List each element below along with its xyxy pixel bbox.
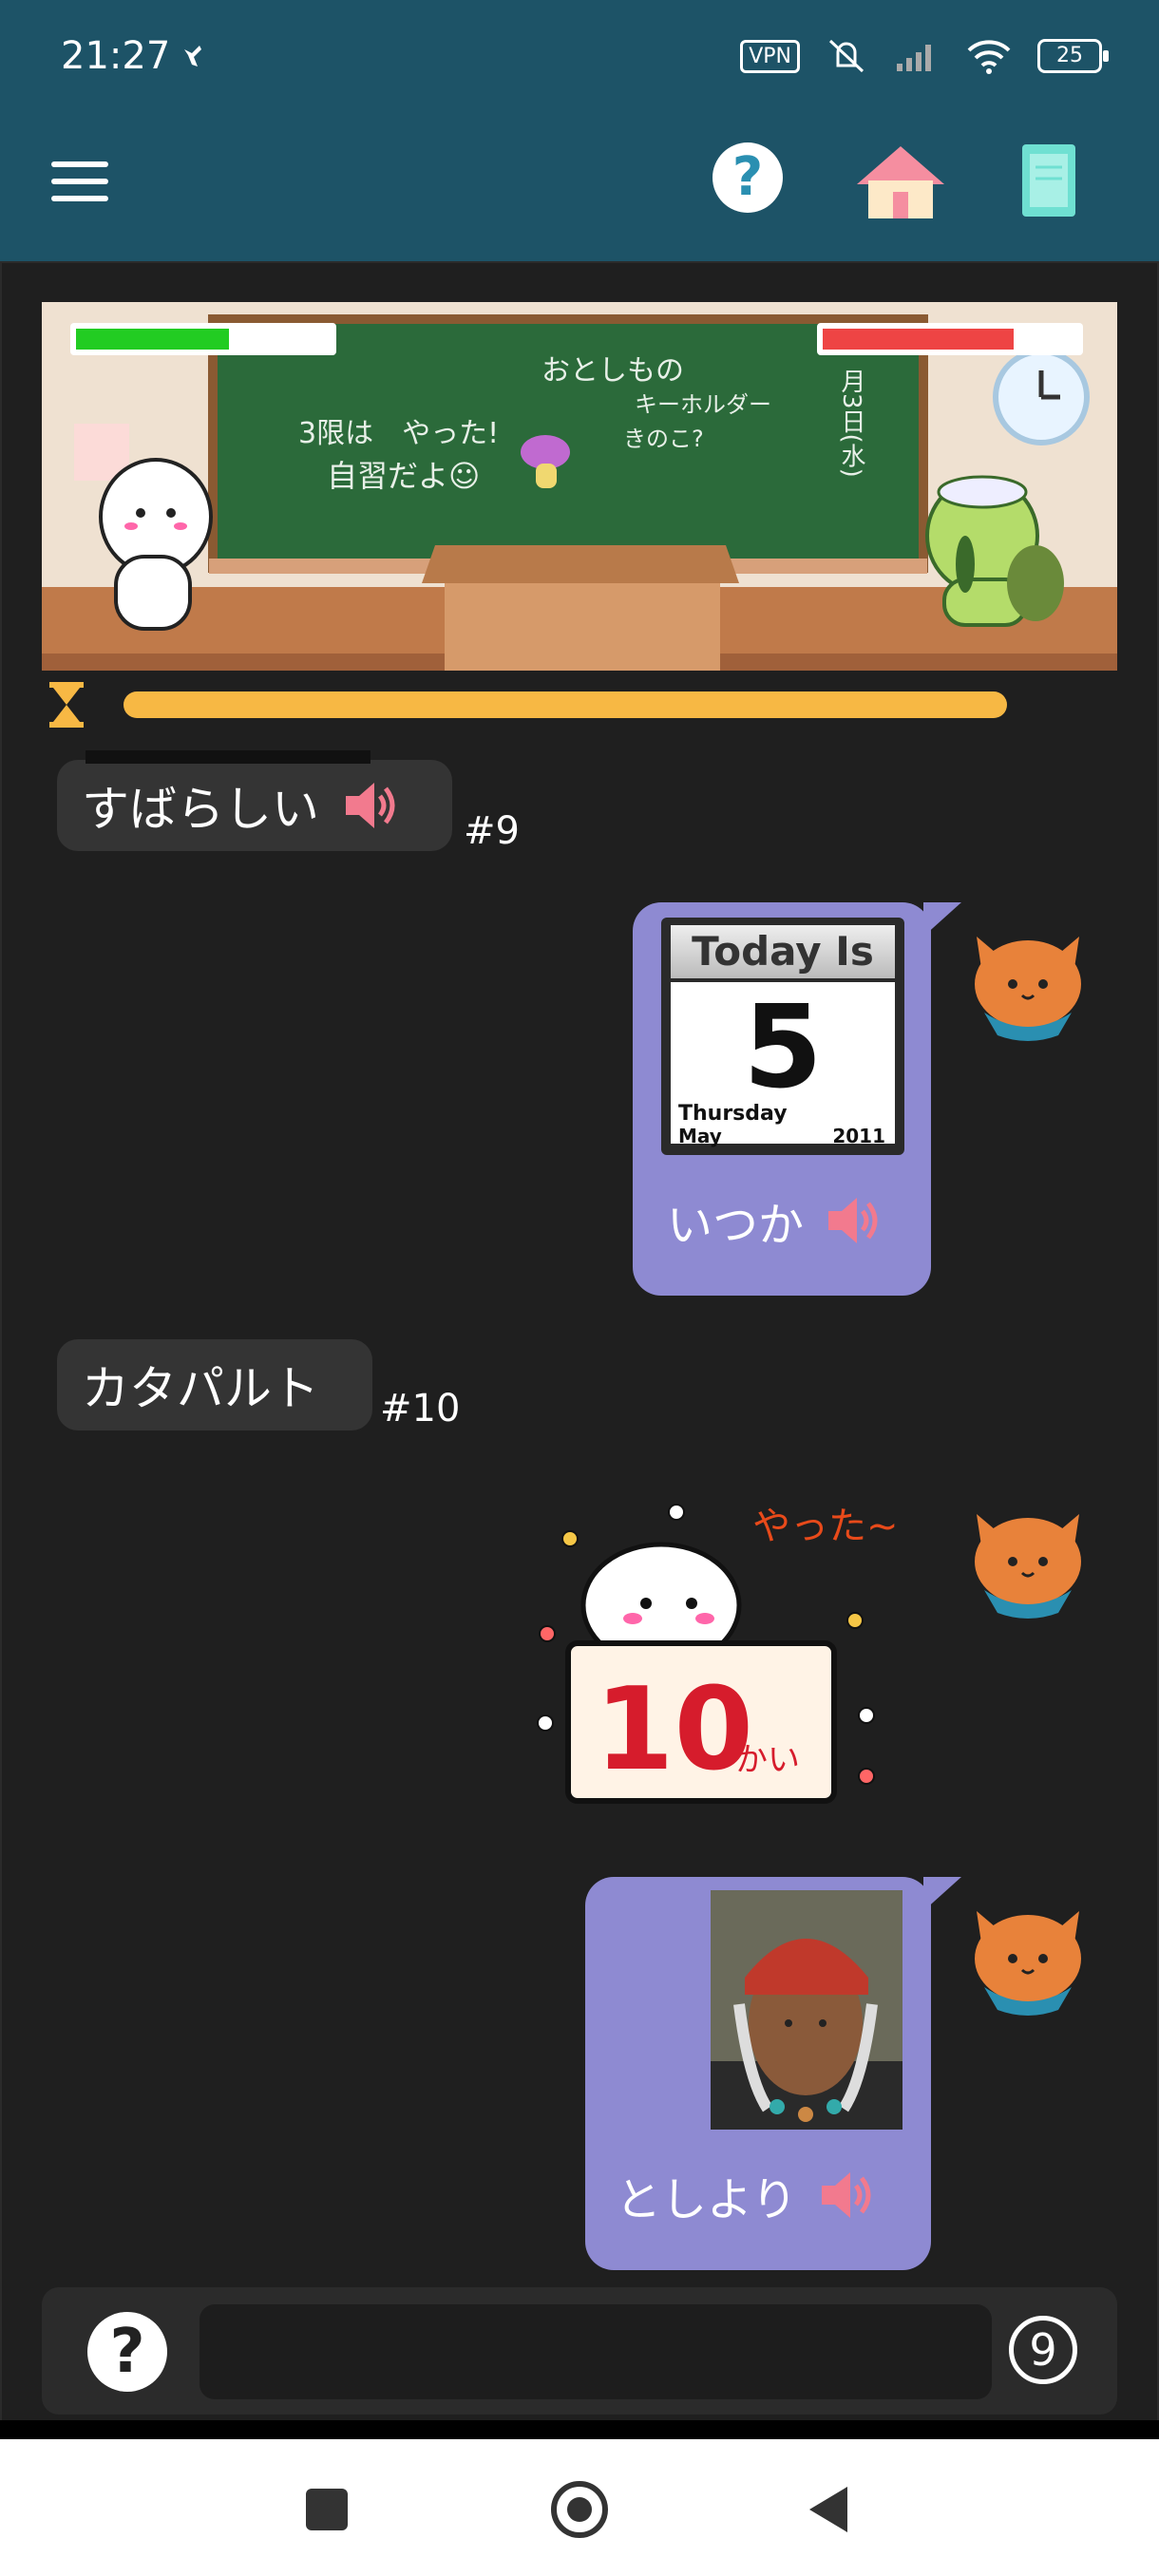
bubble-label-row: としより — [616, 2162, 875, 2228]
message-bubble[interactable]: すばらしい — [57, 760, 452, 851]
chalk-text-2: 自習だよ☺ — [327, 458, 480, 494]
sticker-caption: やった~ — [752, 1505, 899, 1548]
game-scene: 3限は やった! 自習だよ☺ おとしもの キーホルダー きのこ? 月3日(水) — [42, 302, 1117, 671]
signal-icon — [897, 45, 931, 71]
answer-input[interactable] — [200, 2304, 992, 2399]
chalk-text-3: おとしもの — [542, 354, 684, 388]
message-text: としより — [616, 2173, 798, 2226]
chalk-date: 月3日(水) — [837, 369, 865, 478]
cat-icon[interactable] — [963, 1495, 1092, 1624]
hourglass-icon — [49, 682, 84, 728]
system-nav-bar — [0, 2439, 1159, 2576]
sticker-big-text: 10 — [595, 1664, 753, 1796]
input-bar: ? 9 — [42, 2287, 1117, 2415]
book-icon[interactable] — [1020, 142, 1077, 218]
back-button[interactable] — [809, 2487, 847, 2532]
calendar-weekday: Thursday — [678, 1102, 788, 1126]
chalk-text-4: キーホルダー — [635, 391, 771, 418]
chalk-text-5: きのこ? — [623, 426, 704, 452]
player-hp-fill — [76, 329, 229, 350]
calendar-page: 5 Thursday May 2011 — [671, 982, 895, 1147]
timer-row — [42, 680, 1117, 729]
app-bar: ? — [0, 114, 1159, 261]
status-time: 21:27 — [61, 34, 171, 78]
message-number: #9 — [464, 809, 520, 853]
calendar-month: May — [678, 1125, 722, 1147]
message-text: カタパルト — [82, 1361, 319, 1416]
question-icon[interactable]: ? — [712, 142, 783, 213]
cat-icon[interactable] — [963, 918, 1092, 1047]
calendar-title: Today Is — [671, 925, 895, 978]
message-number: #10 — [380, 1387, 461, 1430]
cropped-image-strip — [86, 750, 370, 764]
photo-image — [711, 1890, 902, 2130]
enemy-hp-fill — [823, 329, 1014, 350]
speaker-icon[interactable] — [342, 779, 399, 832]
message-text: いつか — [667, 1199, 805, 1252]
mute-icon — [828, 39, 864, 73]
house-icon[interactable] — [853, 142, 948, 222]
player-hp-bar — [70, 323, 336, 355]
bubble-label-row: いつか — [667, 1187, 882, 1254]
system-icons: VPN 25 — [740, 32, 1109, 80]
timer-fill — [124, 691, 1007, 718]
recents-button[interactable] — [306, 2489, 348, 2530]
enemy-hp-bar — [817, 323, 1083, 355]
message-bubble-user[interactable]: としより — [585, 1877, 961, 2270]
calendar-image: Today Is 5 Thursday May 2011 — [661, 918, 904, 1155]
status-bar: 21:27 VPN 25 — [0, 0, 1159, 114]
sticker-small-text: かい — [735, 1741, 800, 1779]
divider — [0, 2420, 1159, 2439]
message-left-2: カタパルト — [57, 1339, 372, 1430]
message-bubble-user[interactable]: Today Is 5 Thursday May 2011 いつか — [633, 902, 961, 1296]
calendar-day: 5 — [743, 982, 823, 1114]
message-left-1: すばらしい — [57, 750, 452, 851]
cat-icon[interactable] — [963, 1892, 1092, 2021]
timer-track — [124, 691, 1007, 718]
notification-icon — [184, 46, 201, 66]
wifi-icon — [967, 40, 1011, 74]
remaining-count[interactable]: 9 — [1009, 2316, 1077, 2384]
chalk-text-1: 3限は やった! — [298, 417, 499, 450]
vpn-badge: VPN — [740, 39, 800, 73]
hint-button[interactable]: ? — [87, 2312, 167, 2392]
home-button[interactable] — [551, 2481, 608, 2538]
hamburger-icon[interactable] — [51, 161, 108, 204]
message-text: すばらしい — [82, 782, 319, 837]
classroom-illustration: 3限は やった! 自習だよ☺ おとしもの キーホルダー きのこ? 月3日(水) — [42, 302, 1117, 671]
calendar-year: 2011 — [832, 1125, 885, 1147]
speaker-icon[interactable] — [825, 1194, 882, 1247]
sticker-message[interactable]: 10 かい やった~ — [528, 1501, 908, 1814]
battery-indicator: 25 — [1037, 39, 1109, 73]
speaker-icon[interactable] — [818, 2169, 875, 2222]
sticker-image: 10 かい やった~ — [537, 1504, 899, 1804]
message-bubble[interactable]: カタパルト — [57, 1339, 372, 1430]
